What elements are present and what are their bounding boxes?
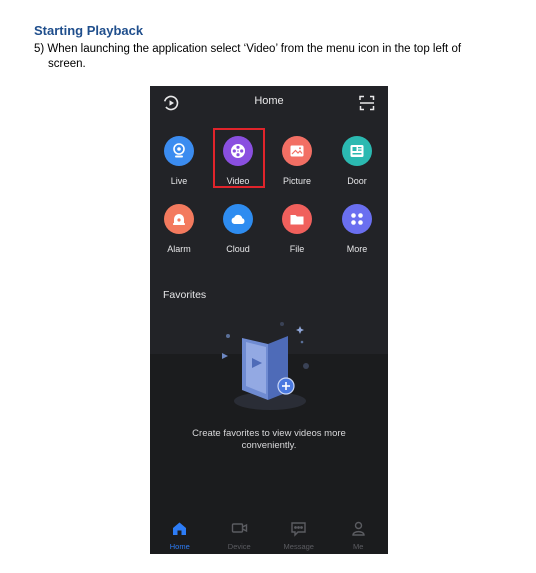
alarm-icon bbox=[173, 214, 185, 225]
file-tile-circle bbox=[282, 204, 312, 234]
cloud-tile-circle bbox=[223, 204, 253, 234]
empty-favorites-illustration bbox=[222, 322, 309, 410]
tile-label: Picture bbox=[282, 176, 311, 186]
app-header: Home bbox=[150, 86, 388, 120]
nav-home[interactable]: Home bbox=[150, 511, 210, 554]
nav-label: Me bbox=[353, 542, 364, 551]
door-tile-circle bbox=[342, 136, 372, 166]
nav-message[interactable]: Message bbox=[269, 511, 329, 554]
step-instruction: 5) When launching the application select… bbox=[34, 42, 494, 72]
app-screenshot: Home Live Video Picture Door Alarm Cloud… bbox=[150, 86, 388, 554]
scan-icon[interactable] bbox=[358, 94, 376, 112]
person-icon bbox=[351, 521, 365, 536]
nav-label: Home bbox=[169, 542, 190, 551]
tile-file[interactable]: File bbox=[268, 190, 326, 254]
tile-live[interactable]: Live bbox=[150, 122, 208, 186]
picture-tile-circle bbox=[282, 136, 312, 166]
more-tile-circle bbox=[342, 204, 372, 234]
video-highlight-box bbox=[213, 128, 265, 188]
tile-label: Door bbox=[347, 176, 367, 186]
tile-label: Live bbox=[170, 176, 188, 186]
tile-picture[interactable]: Picture bbox=[268, 122, 326, 186]
app-title: Home bbox=[254, 95, 284, 107]
step-text: 5) When launching the application select… bbox=[34, 43, 462, 55]
home-icon bbox=[173, 522, 186, 535]
nav-device[interactable]: Device bbox=[210, 511, 270, 554]
favorites-heading: Favorites bbox=[163, 289, 207, 301]
folder-icon bbox=[290, 215, 304, 225]
door-phone-icon bbox=[350, 145, 364, 157]
nav-me[interactable]: Me bbox=[329, 511, 389, 554]
live-tile-circle bbox=[164, 136, 194, 166]
device-camera-icon bbox=[231, 523, 247, 533]
empty-favorites-message: Create favorites to view videos more con… bbox=[192, 428, 346, 451]
picture-icon bbox=[290, 145, 304, 157]
tile-cloud[interactable]: Cloud bbox=[209, 190, 267, 254]
bottom-navigation: Home Device Message Me bbox=[150, 511, 388, 554]
section-heading: Starting Playback bbox=[34, 23, 144, 38]
tile-label: More bbox=[346, 244, 368, 254]
alarm-tile-circle bbox=[164, 204, 194, 234]
camera-icon bbox=[173, 143, 185, 158]
message-icon bbox=[291, 522, 306, 537]
cloud-icon bbox=[231, 214, 245, 224]
tile-label: File bbox=[289, 244, 305, 254]
tile-more[interactable]: More bbox=[328, 190, 386, 254]
step-text-continued: screen. bbox=[48, 58, 86, 70]
nav-label: Device bbox=[227, 542, 251, 551]
tile-label: Alarm bbox=[167, 244, 191, 254]
grid-dots-icon bbox=[351, 213, 363, 225]
tile-door[interactable]: Door bbox=[328, 122, 386, 186]
tile-alarm[interactable]: Alarm bbox=[150, 190, 208, 254]
nav-label: Message bbox=[283, 542, 314, 551]
tile-label: Cloud bbox=[226, 244, 250, 254]
